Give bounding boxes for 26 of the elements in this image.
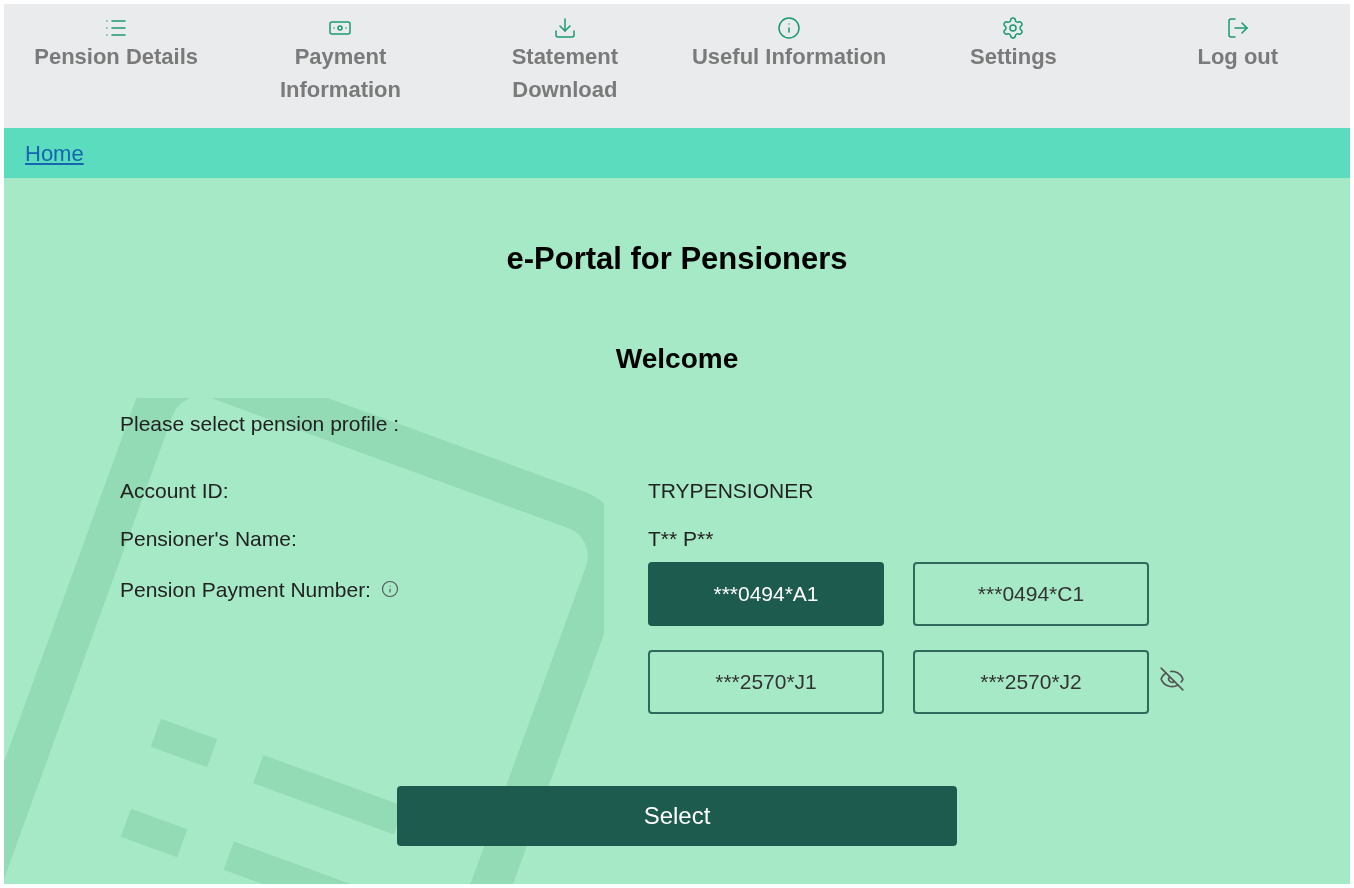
ppn-option[interactable]: ***2570*J2 [913,650,1149,714]
ppn-label: Pension Payment Number: [120,577,371,603]
select-button[interactable]: Select [397,786,957,846]
nav-item[interactable]: Statement Download [452,4,677,106]
nav-item[interactable]: Payment Information [228,4,453,106]
info-icon [380,580,399,598]
download-icon [552,16,577,40]
nav-item[interactable]: Useful Information [677,4,902,73]
ppn-option[interactable]: ***0494*C1 [913,562,1149,626]
ppn-option[interactable]: ***0494*A1 [648,562,884,626]
nav-item[interactable]: Settings [901,4,1126,73]
nav-item[interactable]: Pension Details [4,4,229,73]
nav-item[interactable]: Log out [1125,4,1350,73]
welcome-heading: Welcome [615,341,739,376]
page-title: e-Portal for Pensioners [506,240,848,278]
pensioner-name-value: T** P** [648,525,715,552]
ppn-option[interactable]: ***2570*J1 [648,650,884,714]
info-icon [777,16,802,40]
settings-icon [1001,16,1026,40]
account-id-label: Account ID: [120,478,230,504]
pensioner-name-label: Pensioner's Name: [120,525,298,552]
logout-icon [1225,16,1250,40]
account-id-value: TRYPENSIONER [648,478,815,504]
eye-off-icon[interactable] [1159,666,1185,692]
home-link[interactable]: Home [25,136,84,170]
prompt-text: Please select pension profile : [120,410,400,437]
